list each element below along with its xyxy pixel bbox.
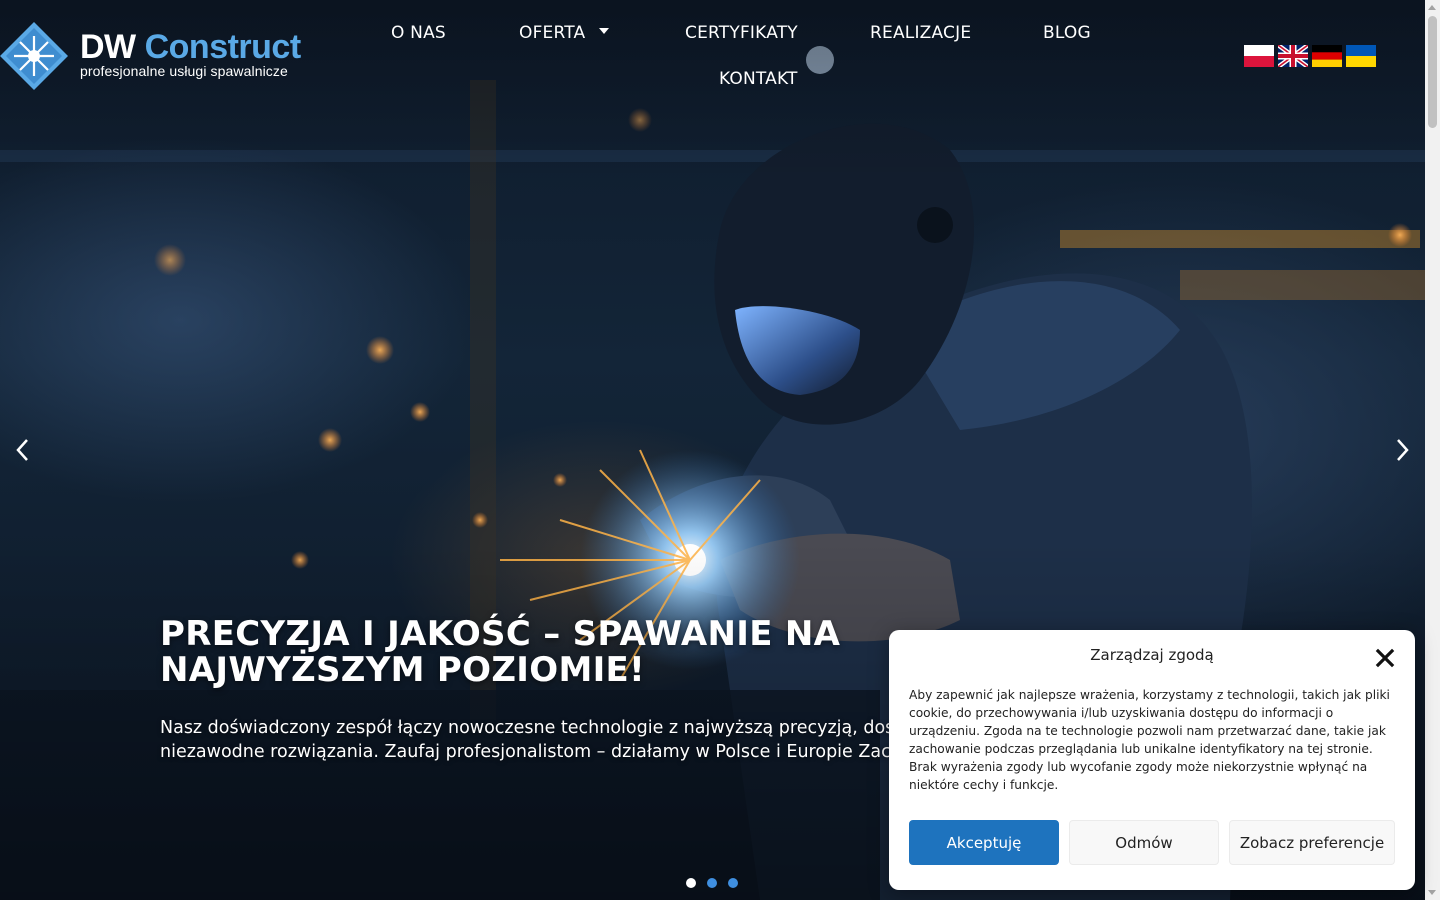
slider-pagination: [686, 878, 738, 888]
nav-item-blog[interactable]: BLOG: [1043, 23, 1091, 43]
slider-dot-1[interactable]: [686, 878, 696, 888]
chevron-left-icon: [16, 439, 28, 461]
deny-button[interactable]: Odmów: [1069, 820, 1219, 865]
close-icon[interactable]: [1374, 647, 1396, 669]
nav-item-certyfikaty[interactable]: CERTYFIKATY: [685, 23, 798, 43]
scroll-up-arrow-icon[interactable]: [1428, 5, 1436, 10]
slider-prev-arrow[interactable]: [13, 436, 33, 464]
flag-germany-icon[interactable]: [1312, 45, 1342, 67]
flag-ukraine-icon[interactable]: [1346, 45, 1376, 67]
nav-item-oferta-label: OFERTA: [519, 23, 586, 43]
accept-button[interactable]: Akceptuję: [909, 820, 1059, 865]
flag-poland-icon[interactable]: [1244, 45, 1274, 67]
consent-title: Zarządzaj zgodą: [1090, 646, 1214, 664]
slider-next-arrow[interactable]: [1392, 436, 1412, 464]
consent-message: Aby zapewnić jak najlepsze wrażenia, kor…: [909, 688, 1390, 792]
flag-uk-icon[interactable]: [1278, 45, 1308, 67]
nav-item-o-nas[interactable]: O NAS: [391, 23, 446, 43]
language-switcher: [1244, 45, 1376, 67]
hero-title: PRECYZJA I JAKOŚĆ – SPAWANIE NA NAJWYŻSZ…: [160, 614, 841, 690]
scroll-down-arrow-icon[interactable]: [1428, 890, 1436, 895]
main-navigation: O NAS OFERTA CERTYFIKATY REALIZACJE BLOG…: [0, 0, 1440, 110]
nav-item-kontakt[interactable]: KONTAKT: [719, 69, 798, 89]
chevron-down-icon: [599, 28, 610, 34]
cookie-consent-dialog: Zarządzaj zgodą Aby zapewnić jak najleps…: [889, 630, 1415, 890]
nav-item-realizacje[interactable]: REALIZACJE: [870, 23, 971, 43]
page-scrollbar[interactable]: [1425, 0, 1440, 900]
scrollbar-thumb[interactable]: [1428, 16, 1437, 128]
view-preferences-button[interactable]: Zobacz preferencje: [1229, 820, 1395, 865]
chevron-right-icon: [1397, 439, 1409, 461]
slider-dot-2[interactable]: [707, 878, 717, 888]
nav-item-oferta[interactable]: OFERTA: [519, 23, 610, 43]
slider-dot-3[interactable]: [728, 878, 738, 888]
